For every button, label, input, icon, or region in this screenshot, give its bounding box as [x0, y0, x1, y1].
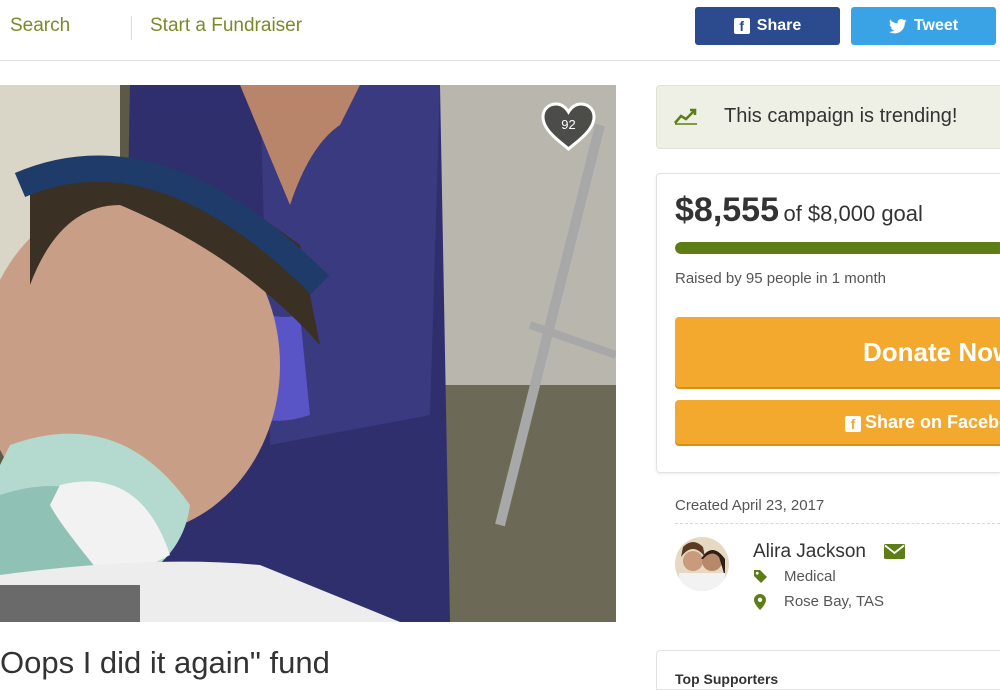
category-label[interactable]: Medical — [784, 568, 836, 585]
organizer-avatar[interactable] — [675, 537, 729, 591]
location-label: Rose Bay, TAS — [784, 593, 885, 610]
goal-text: of $8,000 goal — [783, 201, 923, 226]
progress-bar — [675, 242, 1000, 254]
trending-text: This campaign is trending! — [724, 105, 958, 127]
tweet-label: Tweet — [913, 17, 959, 34]
nav-divider — [131, 16, 132, 40]
divider — [675, 523, 1000, 524]
trending-chart-icon — [674, 108, 697, 125]
share-on-facebook-label: Share on Facebook — [865, 412, 1000, 432]
progress-fill — [675, 242, 1000, 254]
donate-now-button[interactable]: Donate Now — [675, 317, 1000, 387]
donation-card: $8,555 of $8,000 goal Raised by 95 peopl… — [656, 173, 1000, 473]
heart-count: 92 — [561, 117, 576, 132]
tag-icon — [754, 570, 767, 583]
location-pin-icon — [754, 594, 766, 610]
organizer-name[interactable]: Alira Jackson — [753, 541, 866, 563]
facebook-icon: f — [845, 416, 861, 432]
campaign-photo-illustration — [0, 85, 616, 622]
nav-search-link[interactable]: Search — [10, 15, 70, 37]
amount-row: $8,555 of $8,000 goal — [675, 191, 923, 230]
top-supporters-card: Top Supporters — [656, 650, 1000, 690]
amount-raised: $8,555 — [675, 191, 779, 229]
share-on-facebook-button[interactable]: fShare on Facebook — [675, 400, 1000, 444]
top-supporters-title: Top Supporters — [675, 671, 779, 687]
top-navigation-bar: Search Start a Fundraiser f Share Tweet — [0, 0, 1000, 61]
nav-start-fundraiser-link[interactable]: Start a Fundraiser — [150, 15, 302, 37]
organizer-photo — [675, 537, 729, 591]
trending-banner: This campaign is trending! — [656, 85, 1000, 149]
campaign-photo[interactable] — [0, 85, 616, 622]
raised-by-text: Raised by 95 people in 1 month — [675, 270, 886, 287]
campaign-title: Oops I did it again" fund — [0, 645, 330, 680]
twitter-bird-icon — [888, 18, 907, 33]
facebook-share-button[interactable]: f Share — [695, 7, 840, 45]
envelope-icon[interactable] — [884, 544, 905, 559]
tweet-button[interactable]: Tweet — [851, 7, 996, 45]
facebook-share-label: Share — [756, 17, 802, 34]
heart-badge[interactable]: 92 — [540, 101, 597, 153]
facebook-icon: f — [733, 18, 750, 34]
created-date: Created April 23, 2017 — [675, 497, 825, 514]
